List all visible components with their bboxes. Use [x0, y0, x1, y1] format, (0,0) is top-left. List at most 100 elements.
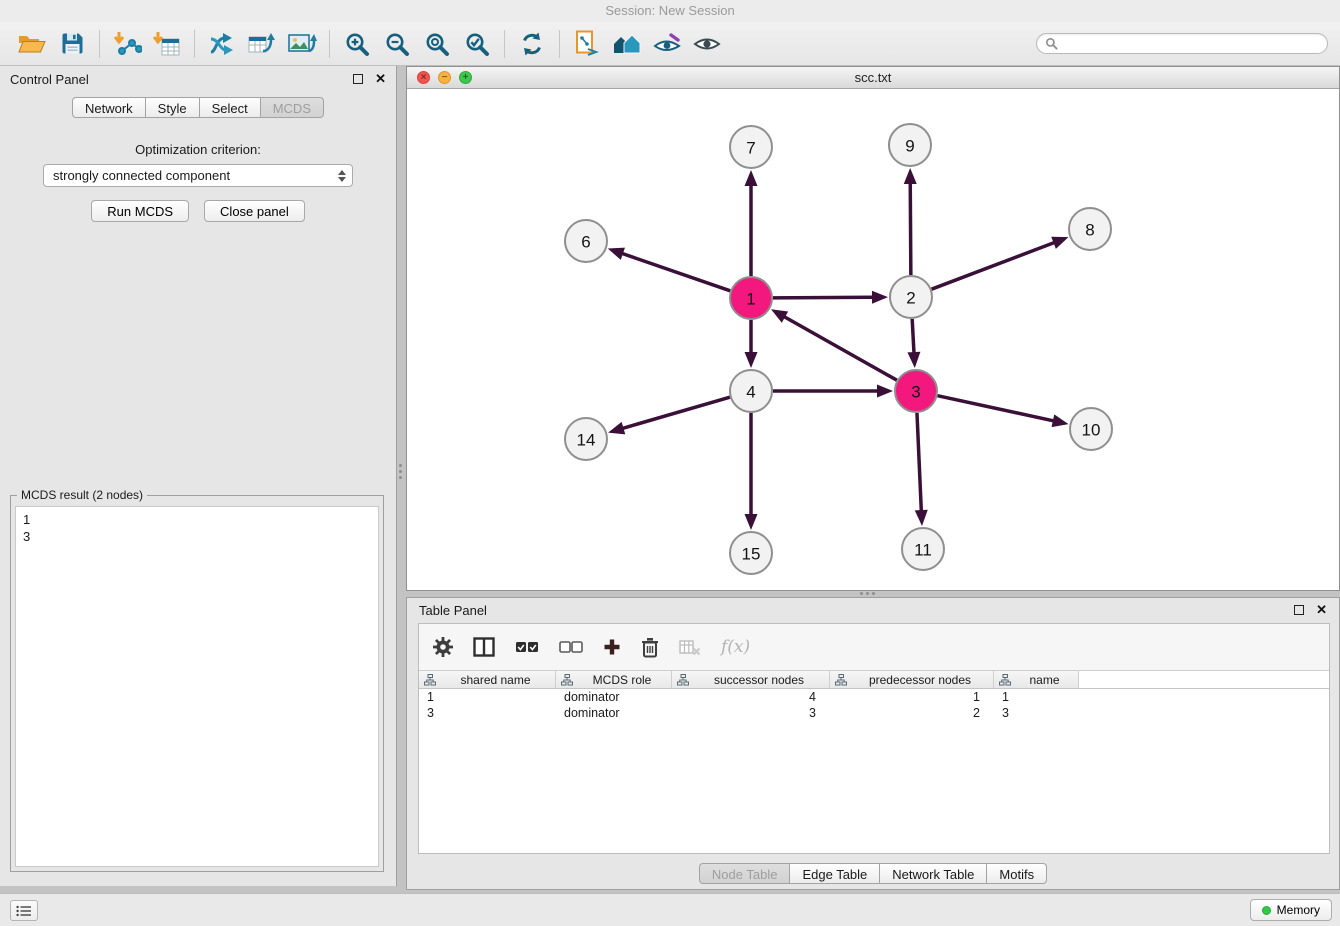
- mcds-result-list: 13: [15, 506, 379, 867]
- close-panel-icon[interactable]: ✕: [375, 74, 386, 84]
- import-network-button[interactable]: [107, 26, 147, 62]
- column-edit-icon: [677, 674, 689, 686]
- import-table-icon: [153, 31, 181, 57]
- column-header-shared-name[interactable]: shared name: [419, 671, 556, 688]
- vertical-splitter-grip[interactable]: [399, 464, 402, 467]
- column-header-label: successor nodes: [693, 673, 825, 687]
- table-row[interactable]: 3dominator323: [419, 705, 1329, 721]
- memory-button[interactable]: Memory: [1250, 899, 1332, 921]
- table-row[interactable]: 1dominator411: [419, 689, 1329, 705]
- table-cell[interactable]: dominator: [556, 706, 672, 720]
- tab-select[interactable]: Select: [200, 97, 261, 118]
- zoom-selected-icon: [464, 31, 490, 57]
- window-close-icon[interactable]: ×: [417, 71, 430, 84]
- toolbar-separator: [99, 30, 100, 58]
- refresh-icon: [519, 31, 545, 57]
- control-panel-title: Control Panel: [10, 72, 89, 87]
- eye-icon: [693, 33, 721, 55]
- deselect-all-button[interactable]: [559, 640, 583, 654]
- window-minimize-icon[interactable]: −: [438, 71, 451, 84]
- graph-edge-3-10[interactable]: [937, 396, 1053, 421]
- zoom-out-button[interactable]: [377, 26, 417, 62]
- graph-node-label-14: 14: [577, 431, 596, 450]
- select-stepper-icon: [338, 170, 346, 182]
- graph-edge-1-2[interactable]: [773, 297, 873, 298]
- float-panel-icon[interactable]: [353, 74, 363, 84]
- table-cell[interactable]: 3: [994, 706, 1079, 720]
- graph-edge-3-1[interactable]: [784, 317, 897, 381]
- import-table-button[interactable]: [147, 26, 187, 62]
- column-header-name[interactable]: name: [994, 671, 1079, 688]
- select-all-icon: [515, 640, 539, 654]
- gear-icon: [433, 637, 453, 657]
- table-cell[interactable]: 1: [994, 690, 1079, 704]
- graph-edge-2-3[interactable]: [912, 319, 914, 353]
- task-history-button[interactable]: [10, 900, 38, 921]
- zoom-in-button[interactable]: [337, 26, 377, 62]
- graph-edge-3-11[interactable]: [917, 413, 921, 511]
- close-panel-button[interactable]: Close panel: [204, 200, 305, 222]
- graph-edge-2-8[interactable]: [932, 242, 1055, 289]
- tab-edge-table[interactable]: Edge Table: [790, 863, 880, 884]
- table-cell[interactable]: 1: [419, 690, 556, 704]
- zoom-in-icon: [344, 31, 370, 57]
- add-column-button[interactable]: [603, 638, 621, 656]
- graph-edge-arrow: [915, 510, 928, 526]
- graph-edge-arrow: [904, 168, 917, 184]
- run-mcds-button[interactable]: Run MCDS: [91, 200, 189, 222]
- close-table-panel-icon[interactable]: ✕: [1316, 605, 1327, 615]
- table-cell[interactable]: 3: [672, 706, 830, 720]
- table-cell[interactable]: 2: [830, 706, 994, 720]
- function-builder-button[interactable]: f(x): [721, 637, 750, 657]
- open-session-button[interactable]: [12, 26, 52, 62]
- graph-edge-1-6[interactable]: [622, 253, 730, 290]
- import-network-icon: [112, 31, 142, 57]
- network-overview-button[interactable]: [567, 26, 607, 62]
- tab-node-table[interactable]: Node Table: [699, 863, 791, 884]
- tab-network-table[interactable]: Network Table: [880, 863, 987, 884]
- zoom-selected-button[interactable]: [457, 26, 497, 62]
- column-header-predecessor-nodes[interactable]: predecessor nodes: [830, 671, 994, 688]
- tab-style[interactable]: Style: [146, 97, 200, 118]
- graph-edge-4-14[interactable]: [622, 397, 729, 428]
- delete-column-button[interactable]: [641, 637, 659, 658]
- control-panel-header: Control Panel ✕: [0, 66, 396, 92]
- graph-edge-arrow: [1052, 414, 1069, 427]
- app-titlebar: Session: New Session: [0, 0, 1340, 22]
- graph-node-label-6: 6: [581, 233, 590, 252]
- table-cell[interactable]: 3: [419, 706, 556, 720]
- graph-edge-2-9[interactable]: [910, 183, 911, 275]
- column-edit-icon: [835, 674, 847, 686]
- table-cell[interactable]: dominator: [556, 690, 672, 704]
- table-cell[interactable]: 1: [830, 690, 994, 704]
- paint-style-button[interactable]: [647, 26, 687, 62]
- select-all-button[interactable]: [515, 640, 539, 654]
- tab-mcds[interactable]: MCDS: [261, 97, 324, 118]
- criterion-select[interactable]: strongly connected component: [43, 164, 353, 187]
- tab-network[interactable]: Network: [72, 97, 146, 118]
- graph-edge-arrow: [745, 352, 758, 368]
- export-image-button[interactable]: [282, 26, 322, 62]
- zoom-fit-button[interactable]: [417, 26, 457, 62]
- window-zoom-icon[interactable]: +: [459, 71, 472, 84]
- table-settings-button[interactable]: [433, 637, 453, 657]
- home-button[interactable]: [607, 26, 647, 62]
- tab-motifs[interactable]: Motifs: [987, 863, 1047, 884]
- split-view-button[interactable]: [473, 637, 495, 657]
- show-details-button[interactable]: [687, 26, 727, 62]
- memory-status-icon: [1262, 906, 1271, 915]
- search-box[interactable]: [1036, 33, 1328, 54]
- graph-edge-arrow: [1051, 237, 1068, 249]
- save-session-button[interactable]: [52, 26, 92, 62]
- delete-table-button[interactable]: [679, 639, 701, 656]
- float-table-panel-icon[interactable]: [1294, 605, 1304, 615]
- table-cell[interactable]: 4: [672, 690, 830, 704]
- column-header-mcds-role[interactable]: MCDS role: [556, 671, 672, 688]
- refresh-layout-button[interactable]: [512, 26, 552, 62]
- search-input[interactable]: [1063, 37, 1319, 51]
- export-table-button[interactable]: [242, 26, 282, 62]
- network-canvas[interactable]: 7968124314101511: [407, 89, 1339, 590]
- export-network-button[interactable]: [202, 26, 242, 62]
- horizontal-splitter-grip[interactable]: [860, 592, 863, 595]
- column-header-successor-nodes[interactable]: successor nodes: [672, 671, 830, 688]
